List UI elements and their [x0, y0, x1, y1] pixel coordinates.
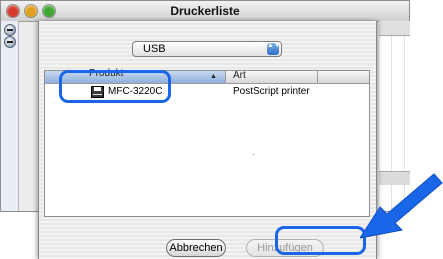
popup-arrows-icon: ▲▼	[267, 42, 281, 55]
highlight-product-callout	[59, 70, 171, 103]
collapse-icon[interactable]	[4, 24, 16, 36]
column-header-type[interactable]: Art	[233, 70, 246, 81]
connection-type-popup[interactable]: USB ▲▼	[132, 41, 282, 57]
column-divider	[317, 71, 318, 83]
highlight-add-callout	[275, 226, 366, 255]
window-title: Druckerliste	[170, 4, 240, 18]
sort-ascending-icon: ▲	[210, 73, 217, 80]
cancel-button[interactable]: Abbrechen	[166, 239, 226, 257]
pointer-arrow-icon	[360, 173, 443, 239]
collapse-icon[interactable]	[4, 36, 16, 48]
list-dot	[253, 154, 254, 155]
left-pane	[1, 21, 19, 211]
printer-type: PostScript printer	[233, 86, 310, 97]
add-printer-sheet: USB ▲▼ Produkt ▲ Art MFC-3220C PostScrip…	[38, 21, 377, 259]
connection-type-value: USB	[143, 43, 166, 55]
background-column-header	[379, 21, 410, 36]
title-bar[interactable]: Druckerliste	[1, 1, 409, 22]
